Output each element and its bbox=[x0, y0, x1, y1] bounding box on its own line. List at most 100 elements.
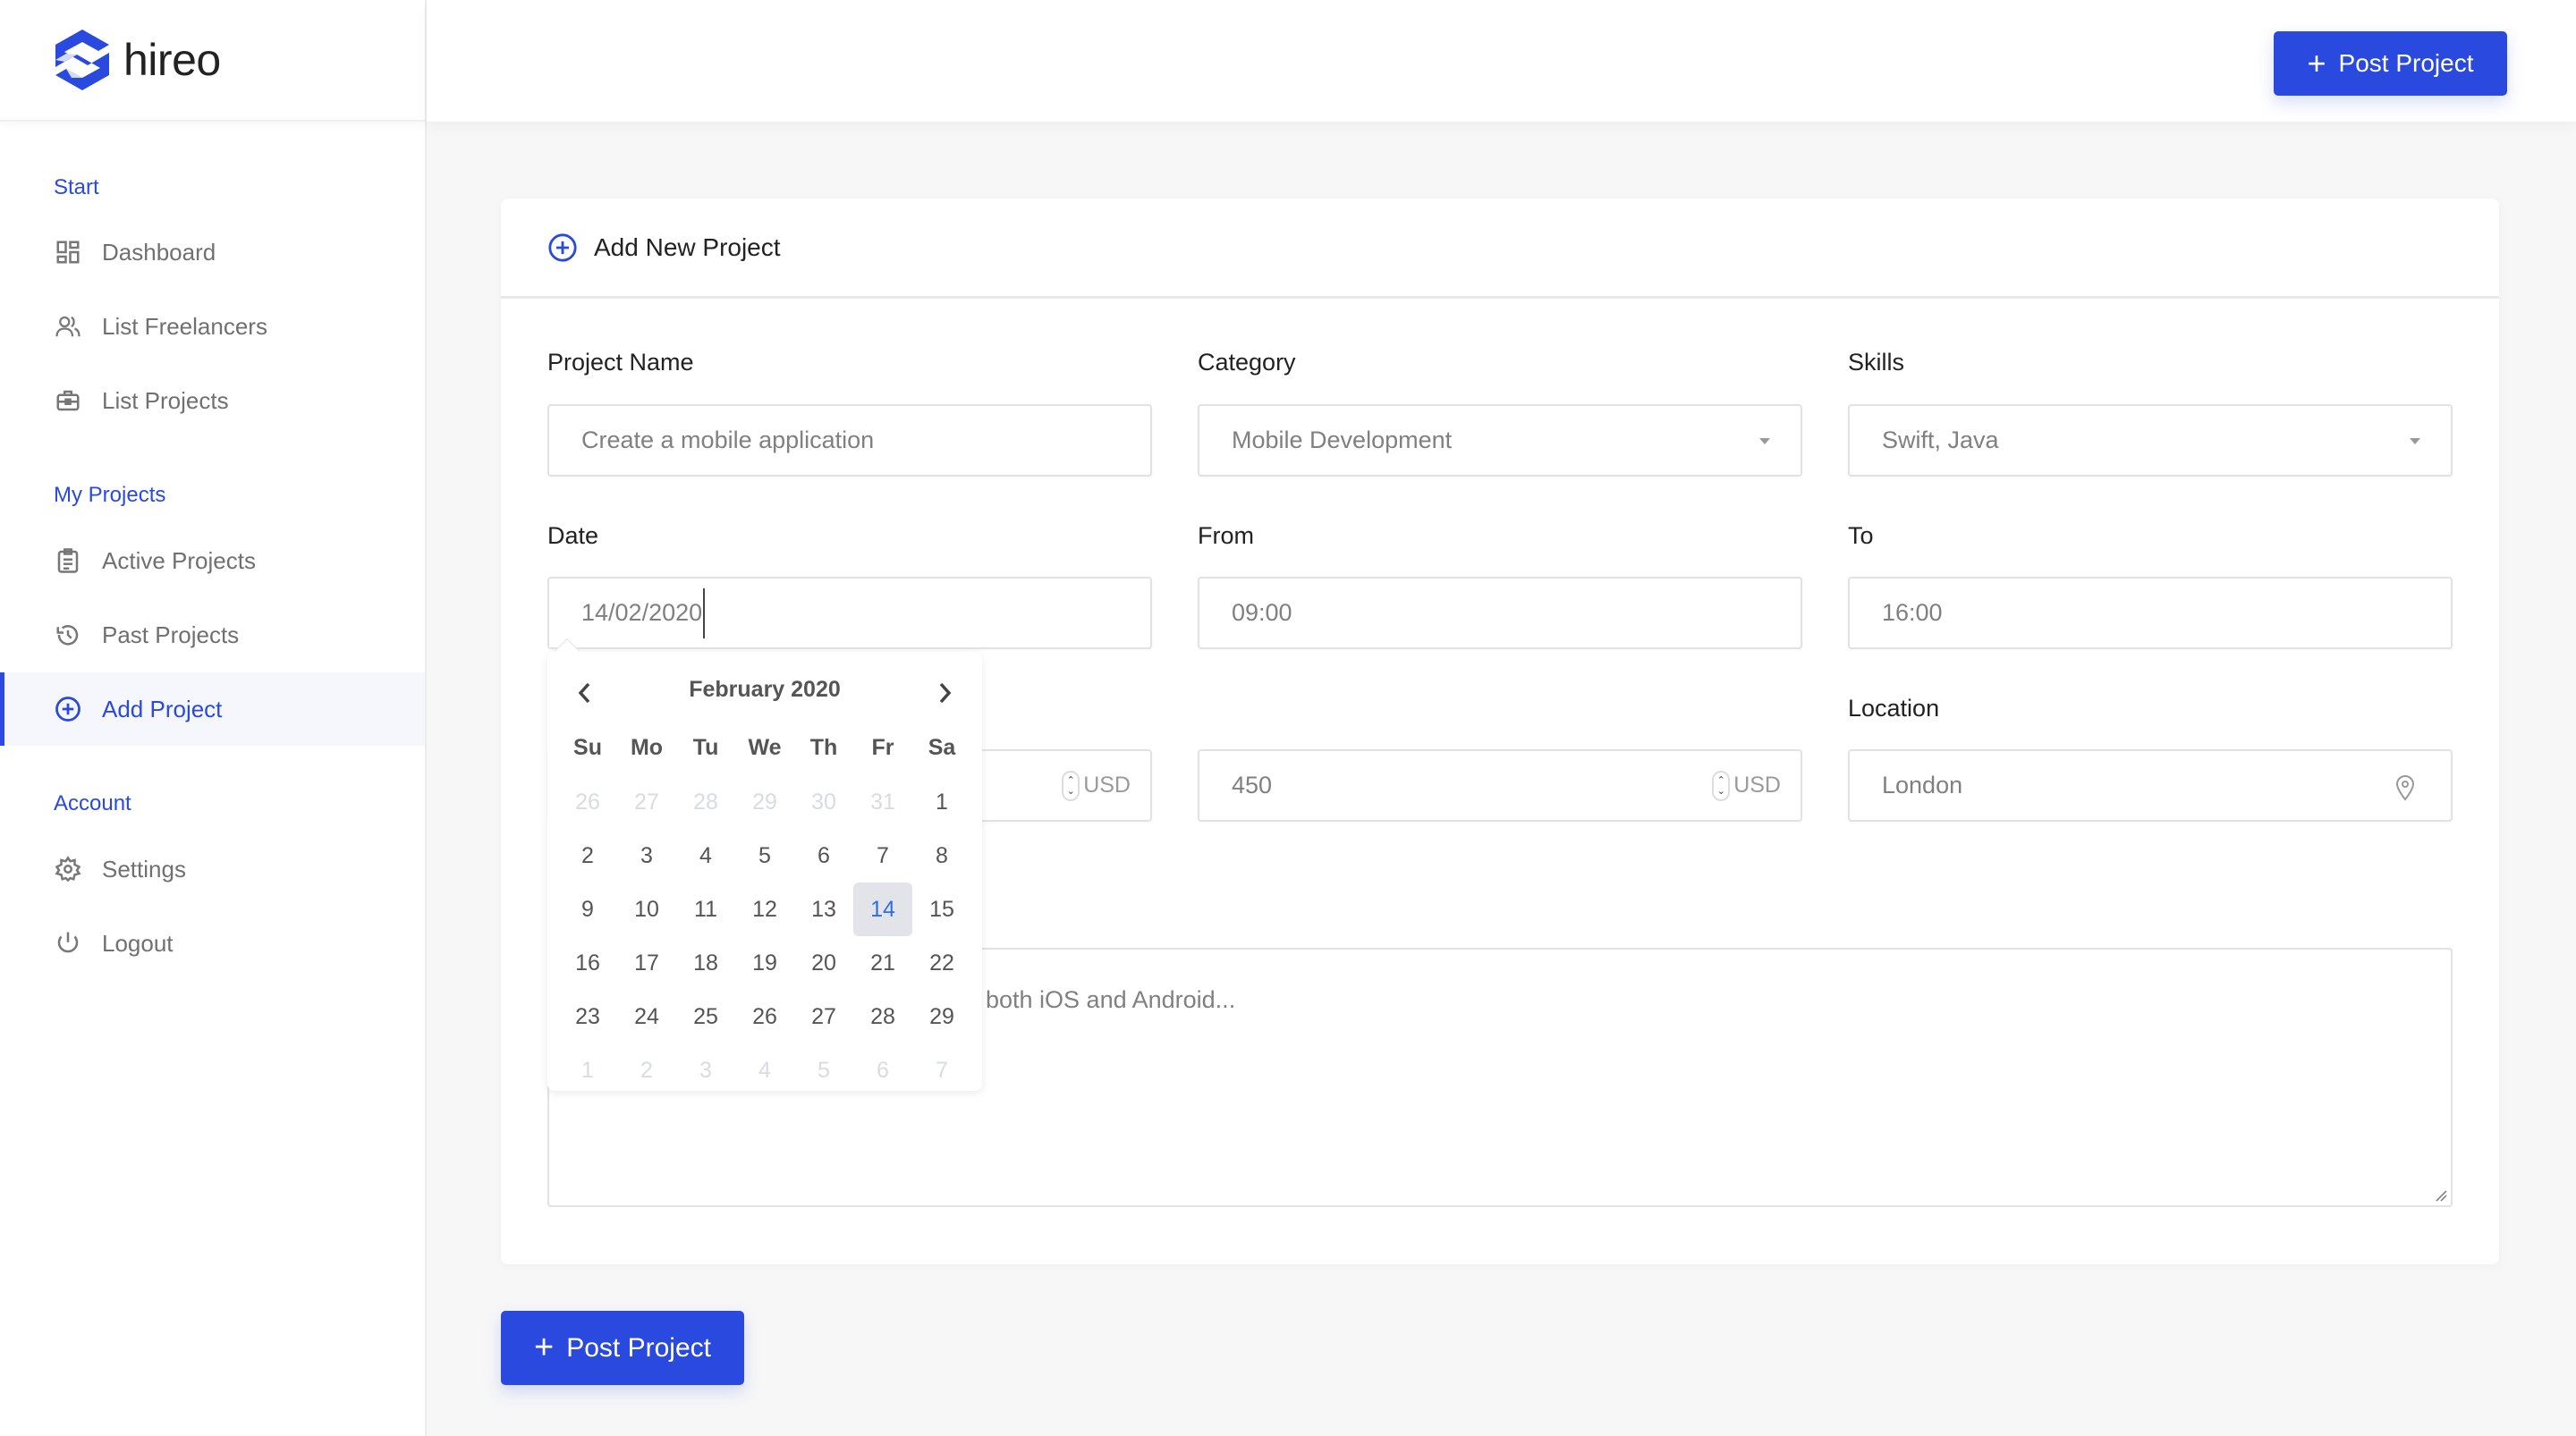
logo[interactable]: hireo bbox=[0, 0, 425, 122]
sidebar-item-list-projects[interactable]: List Projects bbox=[0, 364, 425, 437]
skills-select[interactable]: Swift, Java bbox=[1848, 404, 2453, 477]
from-time-input[interactable]: 09:00 bbox=[1198, 577, 1802, 649]
calendar-week-row: 16 17 18 19 20 21 22 bbox=[558, 936, 971, 990]
sidebar-item-list-freelancers[interactable]: List Freelancers bbox=[0, 290, 425, 363]
budget-max-input[interactable]: 450 ⌃ ⌄ USD bbox=[1198, 749, 1802, 822]
datepicker-month-title[interactable]: February 2020 bbox=[547, 677, 982, 703]
date-input[interactable]: 14/02/2020 bbox=[547, 577, 1152, 649]
calendar-week-row: 23 24 25 26 27 28 29 bbox=[558, 990, 971, 1043]
calendar-day[interactable]: 23 bbox=[558, 990, 617, 1043]
location-label: Location bbox=[1848, 695, 1940, 722]
post-project-button[interactable]: + Post Project bbox=[501, 1311, 744, 1385]
calendar-day[interactable]: 20 bbox=[794, 936, 853, 990]
sidebar-item-label: Past Projects bbox=[102, 621, 240, 648]
calendar-day[interactable]: 16 bbox=[558, 936, 617, 990]
to-time-input[interactable]: 16:00 bbox=[1848, 577, 2453, 649]
calendar-day[interactable]: 25 bbox=[676, 990, 735, 1043]
calendar-day[interactable]: 6 bbox=[794, 829, 853, 883]
calendar-day[interactable]: 15 bbox=[912, 883, 971, 936]
calendar-day[interactable]: 26 bbox=[735, 990, 794, 1043]
category-select[interactable]: Mobile Development bbox=[1198, 404, 1802, 477]
card-header: Add New Project bbox=[501, 199, 2499, 299]
sidebar-item-logout[interactable]: Logout bbox=[0, 907, 425, 980]
text-cursor bbox=[703, 587, 706, 638]
calendar-day[interactable]: 5 bbox=[735, 829, 794, 883]
weekday-label: Mo bbox=[630, 734, 664, 760]
calendar-day-selected[interactable]: 14 bbox=[853, 883, 912, 936]
category-label: Category bbox=[1198, 349, 1296, 376]
calendar-day[interactable]: 7 bbox=[912, 1043, 971, 1097]
calendar-day[interactable]: 6 bbox=[853, 1043, 912, 1097]
datepicker: February 2020 Su Mo Tu We Th Fr Sa 26 27 2… bbox=[547, 638, 982, 1091]
number-spinner[interactable]: ⌃ ⌄ bbox=[1712, 770, 1731, 801]
calendar-day[interactable]: 4 bbox=[735, 1043, 794, 1097]
sidebar-item-active-projects[interactable]: Active Projects bbox=[0, 524, 425, 597]
calendar-day[interactable]: 17 bbox=[617, 936, 676, 990]
calendar-day[interactable]: 12 bbox=[735, 883, 794, 936]
calendar-day[interactable]: 13 bbox=[794, 883, 853, 936]
chevron-down-icon bbox=[1759, 438, 1770, 444]
map-pin-icon bbox=[2395, 775, 2415, 801]
location-input[interactable]: London bbox=[1848, 749, 2453, 822]
calendar-day[interactable]: 27 bbox=[794, 990, 853, 1043]
calendar-day[interactable]: 30 bbox=[794, 775, 853, 829]
gear-icon bbox=[54, 855, 82, 883]
card-title: Add New Project bbox=[594, 232, 781, 261]
calendar-day[interactable]: 29 bbox=[735, 775, 794, 829]
sidebar-item-label: List Freelancers bbox=[102, 312, 267, 340]
sidebar-item-dashboard[interactable]: Dashboard bbox=[0, 215, 425, 289]
currency-label: USD bbox=[1083, 773, 1131, 798]
calendar-day[interactable]: 24 bbox=[617, 990, 676, 1043]
calendar-day[interactable]: 2 bbox=[617, 1043, 676, 1097]
from-value: 09:00 bbox=[1232, 599, 1292, 626]
project-name-placeholder: Create a mobile application bbox=[581, 427, 875, 453]
to-label: To bbox=[1848, 522, 1874, 549]
calendar-day[interactable]: 1 bbox=[912, 775, 971, 829]
calendar-day[interactable]: 19 bbox=[735, 936, 794, 990]
sidebar-item-add-project[interactable]: Add Project bbox=[0, 672, 425, 746]
header-post-project-button[interactable]: + Post Project bbox=[2274, 31, 2507, 96]
sidebar-item-label: Logout bbox=[102, 929, 174, 957]
calendar-day[interactable]: 29 bbox=[912, 990, 971, 1043]
calendar-day[interactable]: 21 bbox=[853, 936, 912, 990]
calendar-day[interactable]: 28 bbox=[853, 990, 912, 1043]
sidebar-item-label: Active Projects bbox=[102, 546, 256, 574]
calendar-day[interactable]: 1 bbox=[558, 1043, 617, 1097]
nav-heading-account: Account bbox=[54, 791, 131, 815]
next-month-button[interactable] bbox=[927, 675, 962, 711]
calendar-day[interactable]: 31 bbox=[853, 775, 912, 829]
resize-handle-icon[interactable] bbox=[2435, 1189, 2447, 1202]
sidebar-item-past-projects[interactable]: Past Projects bbox=[0, 598, 425, 672]
sidebar-item-label: List Projects bbox=[102, 386, 229, 414]
calendar-day[interactable]: 5 bbox=[794, 1043, 853, 1097]
datepicker-header: February 2020 bbox=[547, 668, 982, 713]
budget-max-value: 450 bbox=[1232, 772, 1273, 798]
calendar-day[interactable]: 28 bbox=[676, 775, 735, 829]
calendar-day[interactable]: 22 bbox=[912, 936, 971, 990]
calendar-day[interactable]: 26 bbox=[558, 775, 617, 829]
brand-name: hireo bbox=[123, 35, 221, 85]
calendar-day[interactable]: 10 bbox=[617, 883, 676, 936]
sidebar-item-label: Dashboard bbox=[102, 238, 216, 266]
calendar-day[interactable]: 2 bbox=[558, 829, 617, 883]
calendar-day[interactable]: 18 bbox=[676, 936, 735, 990]
button-label: Post Project bbox=[566, 1332, 711, 1363]
users-icon bbox=[54, 312, 82, 341]
history-icon bbox=[54, 621, 82, 649]
project-name-input[interactable]: Create a mobile application bbox=[547, 404, 1152, 477]
calendar-day[interactable]: 11 bbox=[676, 883, 735, 936]
calendar-day[interactable]: 3 bbox=[676, 1043, 735, 1097]
currency-suffix: ⌃ ⌄ USD bbox=[1062, 770, 1131, 801]
calendar-day[interactable]: 8 bbox=[912, 829, 971, 883]
sidebar-item-settings[interactable]: Settings bbox=[0, 832, 425, 906]
weekday-label: Fr bbox=[871, 734, 894, 760]
calendar-week-row: 26 27 28 29 30 31 1 bbox=[558, 775, 971, 829]
calendar-day[interactable]: 7 bbox=[853, 829, 912, 883]
calendar-day[interactable]: 3 bbox=[617, 829, 676, 883]
calendar-day[interactable]: 4 bbox=[676, 829, 735, 883]
calendar-day[interactable]: 27 bbox=[617, 775, 676, 829]
calendar-day[interactable]: 9 bbox=[558, 883, 617, 936]
calendar-week-row: 9 10 11 12 13 14 15 bbox=[558, 883, 971, 936]
number-spinner[interactable]: ⌃ ⌄ bbox=[1062, 770, 1080, 801]
datepicker-grid: Su Mo Tu We Th Fr Sa 26 27 28 29 30 31 1 2 3 4 5 6 7… bbox=[558, 722, 971, 1097]
